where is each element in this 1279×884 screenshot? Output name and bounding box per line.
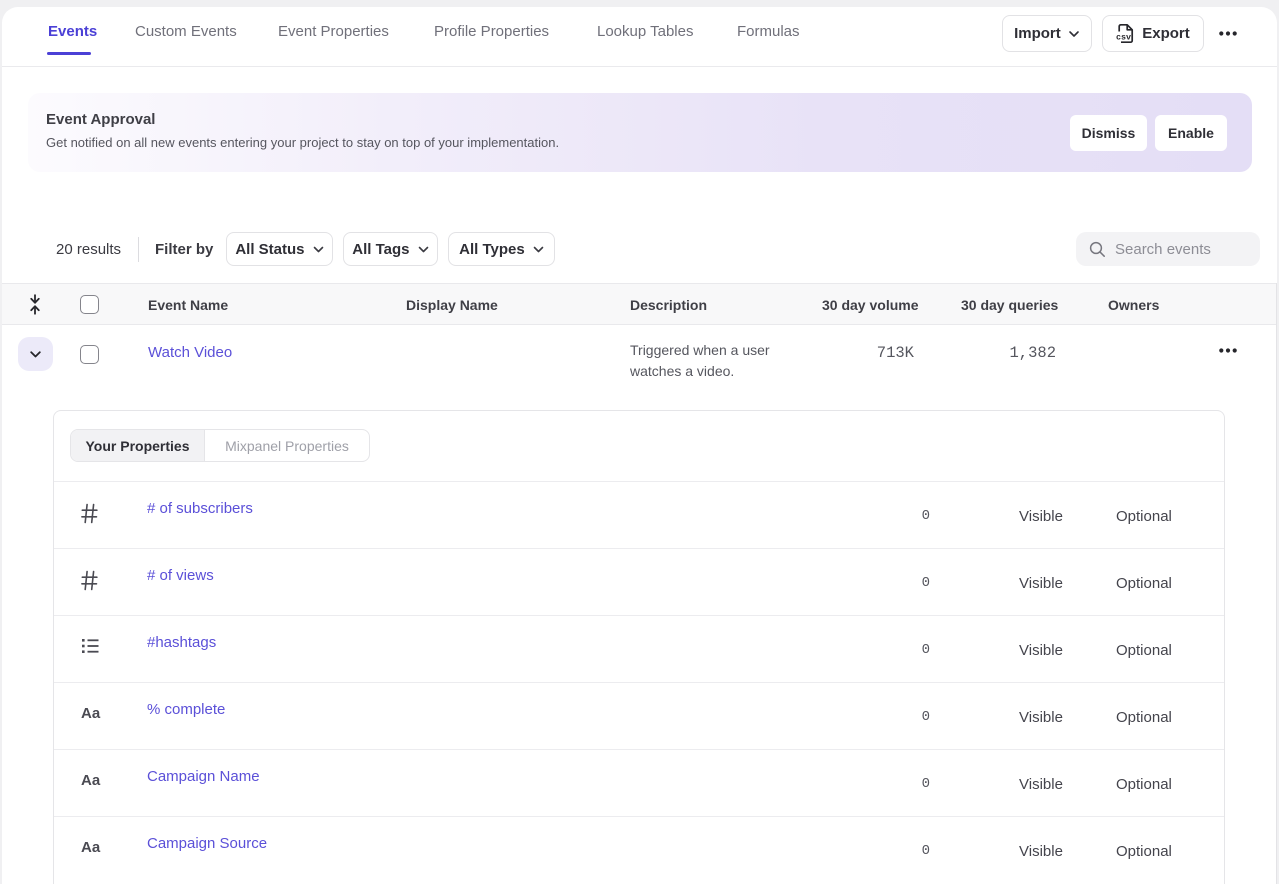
svg-text:csv: csv [1116, 32, 1131, 42]
